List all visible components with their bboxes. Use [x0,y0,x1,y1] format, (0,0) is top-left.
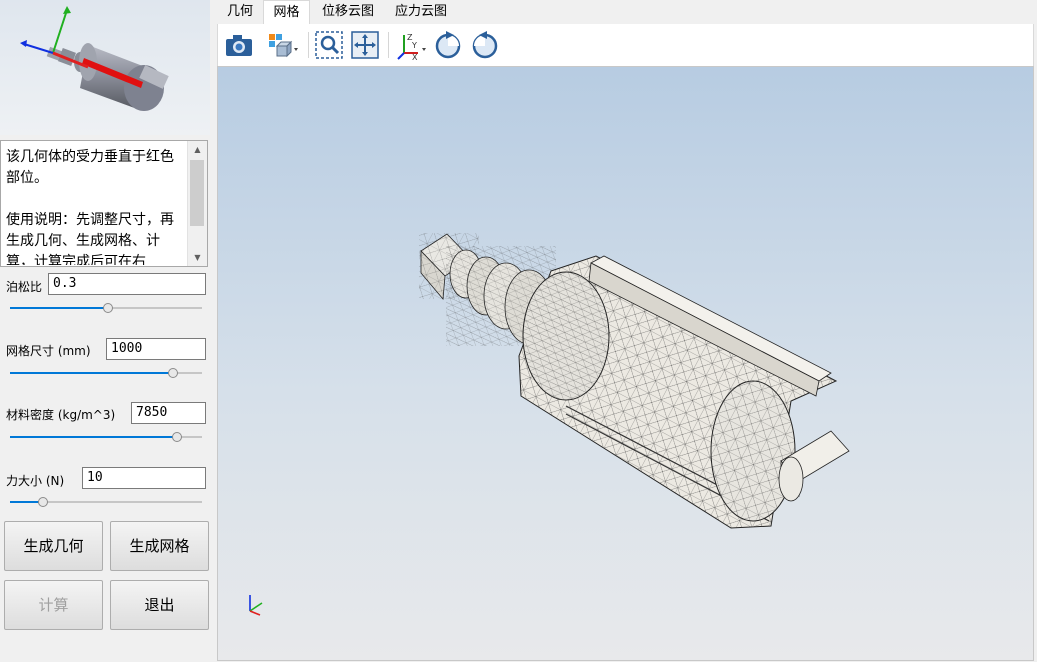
mesh-model [419,233,850,529]
density-slider[interactable] [10,430,202,444]
scroll-down-icon[interactable]: ▼ [188,249,207,266]
compute-button[interactable]: 计算 [4,580,103,630]
tab-stress[interactable]: 应力云图 [385,0,457,24]
viewer-toolbar: Z Y X [217,24,1034,66]
generate-mesh-button[interactable]: 生成网格 [110,521,209,571]
description-text: 该几何体的受力垂直于红色部位。 使用说明：先调整尺寸，再生成几何、生成网格、计算… [6,149,174,265]
scroll-thumb[interactable] [190,160,204,226]
exit-button[interactable]: 退出 [110,580,209,630]
mesh-cylinder-body [518,255,850,529]
mesh-size-slider-thumb[interactable] [168,368,179,378]
camera-icon[interactable] [223,29,255,61]
mesh-size-slider[interactable] [10,366,202,380]
density-slider-thumb[interactable] [172,432,183,442]
tab-mesh[interactable]: 网格 [263,0,310,24]
view-tab-bar: 几何 网格 位移云图 应力云图 [217,0,1037,24]
poisson-input[interactable]: 0.3 [48,273,206,295]
axis-orientation-icon[interactable]: Z Y X [394,29,426,62]
description-scrollbar[interactable]: ▲ ▼ [187,141,207,266]
poisson-slider-thumb[interactable] [102,303,113,313]
force-slider-thumb[interactable] [37,497,48,507]
left-panel: 该几何体的受力垂直于红色部位。 使用说明：先调整尺寸，再生成几何、生成网格、计算… [0,0,213,662]
poisson-slider[interactable] [10,301,202,315]
force-slider[interactable] [10,495,202,509]
geometry-preview [0,0,210,135]
scroll-up-icon[interactable]: ▲ [188,141,207,158]
density-input[interactable]: 7850 [131,402,206,424]
tab-geometry[interactable]: 几何 [217,0,263,24]
rotate-ccw-icon[interactable] [469,29,501,61]
generate-geometry-button[interactable]: 生成几何 [4,521,103,571]
axis-triad-icon [249,595,263,616]
fit-all-icon[interactable] [349,29,381,61]
svg-text:Y: Y [411,41,417,50]
force-label: 力大小 (N) [6,474,65,488]
zoom-window-icon[interactable] [313,29,345,61]
3d-viewport[interactable] [217,66,1034,661]
density-label: 材料密度 (kg/m^3) [6,408,116,422]
mesh-size-input[interactable]: 1000 [106,338,206,360]
svg-text:X: X [412,53,418,61]
poisson-label: 泊松比 [6,280,43,294]
tab-displacement[interactable]: 位移云图 [312,0,384,24]
preview-cylinder [79,43,169,111]
view-cube-icon[interactable] [264,29,298,61]
mesh-size-label: 网格尺寸 (mm) [6,344,91,358]
force-input[interactable]: 10 [82,467,206,489]
rotate-cw-icon[interactable] [432,29,464,61]
description-box[interactable]: 该几何体的受力垂直于红色部位。 使用说明：先调整尺寸，再生成几何、生成网格、计算… [0,140,208,267]
